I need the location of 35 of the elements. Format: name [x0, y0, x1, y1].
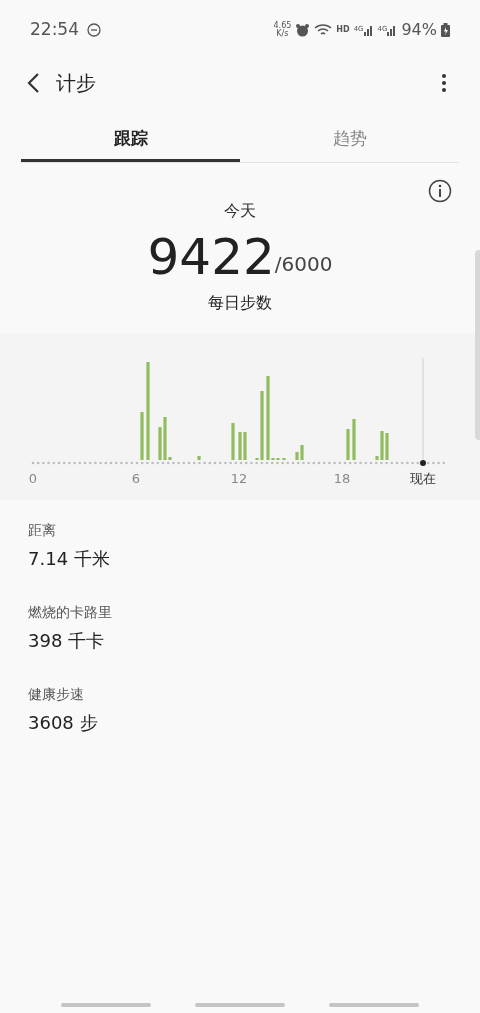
tab[interactable]: 跟踪 [21, 118, 240, 162]
nav-handle[interactable] [329, 1003, 419, 1007]
axis-label: 18 [333, 470, 351, 488]
axis-label: 现在 [410, 470, 436, 488]
nav-handle[interactable] [61, 1003, 151, 1007]
more-options-icon[interactable] [442, 74, 446, 92]
info-icon[interactable] [428, 179, 452, 203]
tab[interactable]: 趋势 [240, 118, 459, 162]
stat-value: 3608 步 [28, 711, 99, 735]
nav-handle[interactable] [195, 1003, 285, 1007]
signal-icon [387, 24, 398, 36]
step-count: 9422 [147, 231, 275, 283]
network-speed-unit: K/s [276, 30, 289, 38]
network-speed: 4.65 [273, 22, 292, 30]
stat-value: 398 千卡 [28, 629, 106, 653]
battery-percent: 94% [401, 19, 437, 41]
axis-label: 0 [28, 470, 38, 488]
day-label: 今天 [224, 200, 256, 222]
alarm-icon [295, 22, 311, 38]
battery-icon [441, 23, 450, 37]
hd-label: HD [336, 24, 350, 36]
stat-label: 燃烧的卡路里 [28, 603, 113, 622]
axis-label: 12 [230, 470, 248, 488]
back-icon[interactable] [26, 72, 40, 94]
stat-value: 7.14 千米 [28, 547, 111, 571]
steps-caption: 每日步数 [208, 292, 272, 314]
stat-label: 距离 [28, 521, 57, 540]
wifi-icon [314, 23, 333, 37]
signal-icon [363, 24, 374, 36]
axis-label: 6 [131, 470, 141, 488]
do-not-disturb-icon [87, 23, 101, 37]
page-title: 计步 [56, 70, 96, 97]
step-goal: /6000 [274, 251, 333, 278]
stat-label: 健康步速 [28, 685, 85, 704]
clock: 22:54 [30, 18, 79, 42]
